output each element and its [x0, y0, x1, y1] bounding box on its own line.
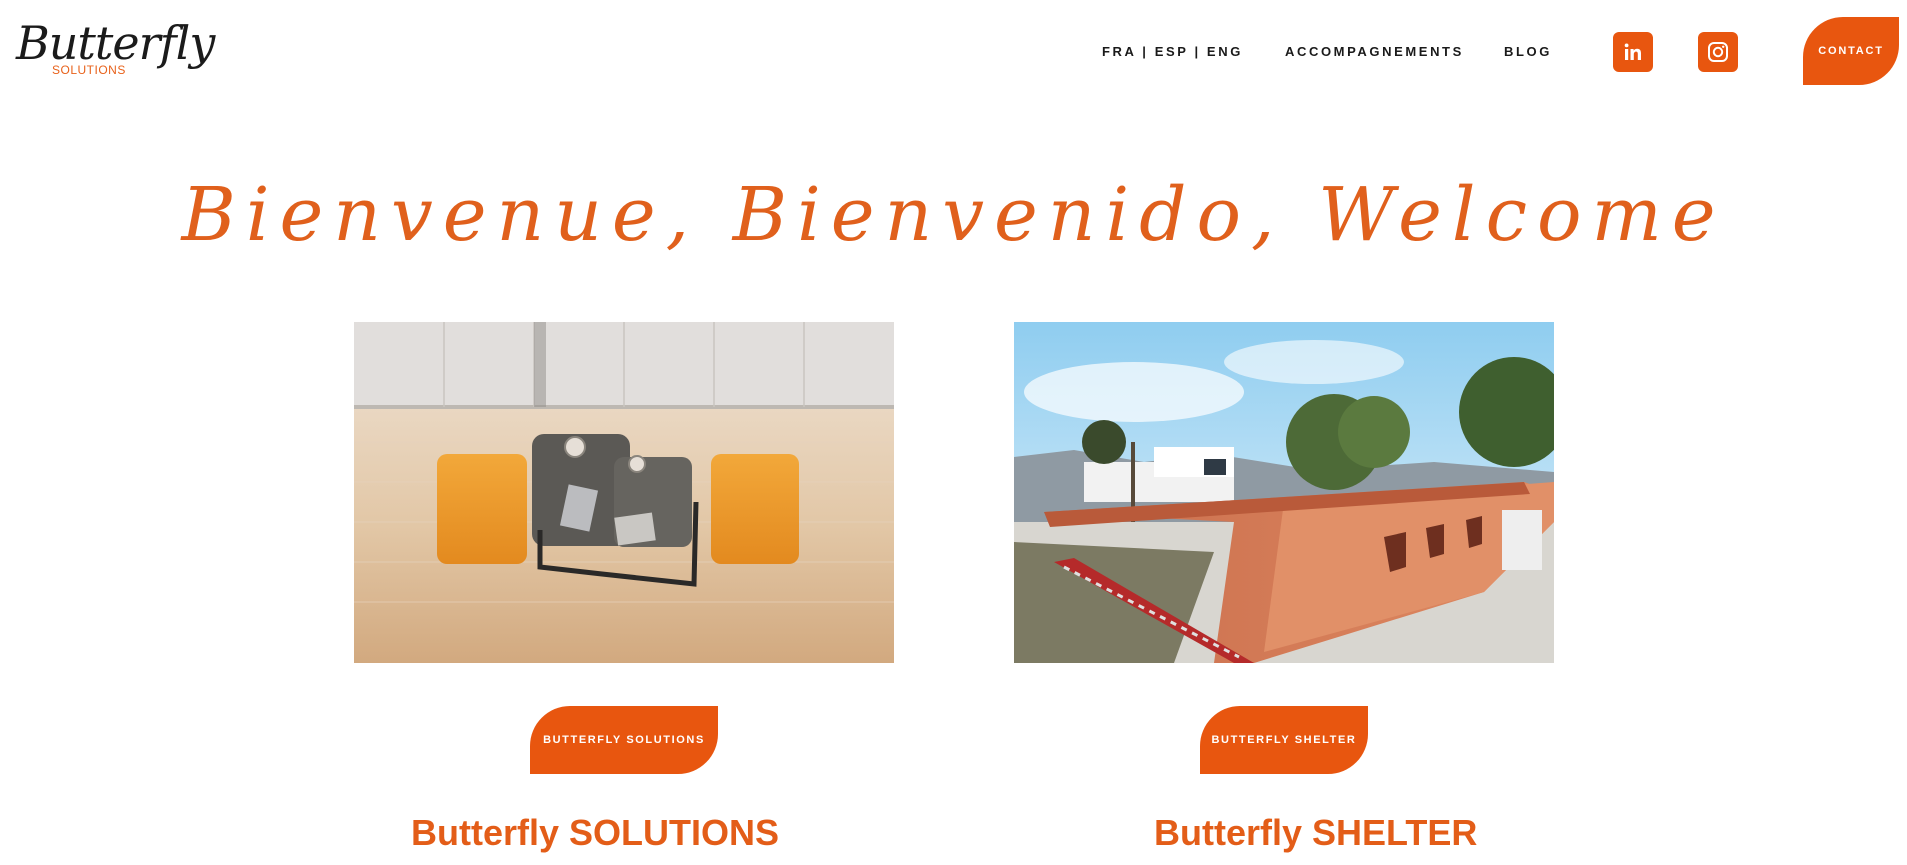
nav-language-switcher[interactable]: FRA | ESP | ENG: [1102, 44, 1243, 59]
nav-blog[interactable]: BLOG: [1504, 44, 1552, 59]
welcome-heading: Bienvenue, Bienvenido, Welcome: [181, 172, 1726, 258]
solutions-title: Butterfly SOLUTIONS: [411, 812, 780, 853]
shelter-title: Butterfly SHELTER: [1154, 812, 1478, 853]
logo-subtitle: SOLUTIONS: [52, 63, 126, 77]
butterfly-shelter-button[interactable]: BUTTERFLY SHELTER: [1200, 706, 1368, 774]
contact-button[interactable]: CONTACT: [1803, 17, 1899, 85]
butterfly-solutions-button[interactable]: BUTTERFLY SOLUTIONS: [530, 706, 718, 774]
nav-accompagnements[interactable]: ACCOMPAGNEMENTS: [1285, 44, 1464, 59]
office-lounge-photo: [354, 322, 894, 663]
instagram-icon: [1708, 42, 1728, 62]
linkedin-button[interactable]: [1613, 32, 1653, 72]
instagram-button[interactable]: [1698, 32, 1738, 72]
linkedin-icon: [1624, 43, 1641, 60]
logo[interactable]: Butterfly SOLUTIONS: [14, 16, 215, 82]
terracotta-house-photo: [1014, 322, 1554, 663]
logo-wordmark: Butterfly: [16, 16, 215, 70]
